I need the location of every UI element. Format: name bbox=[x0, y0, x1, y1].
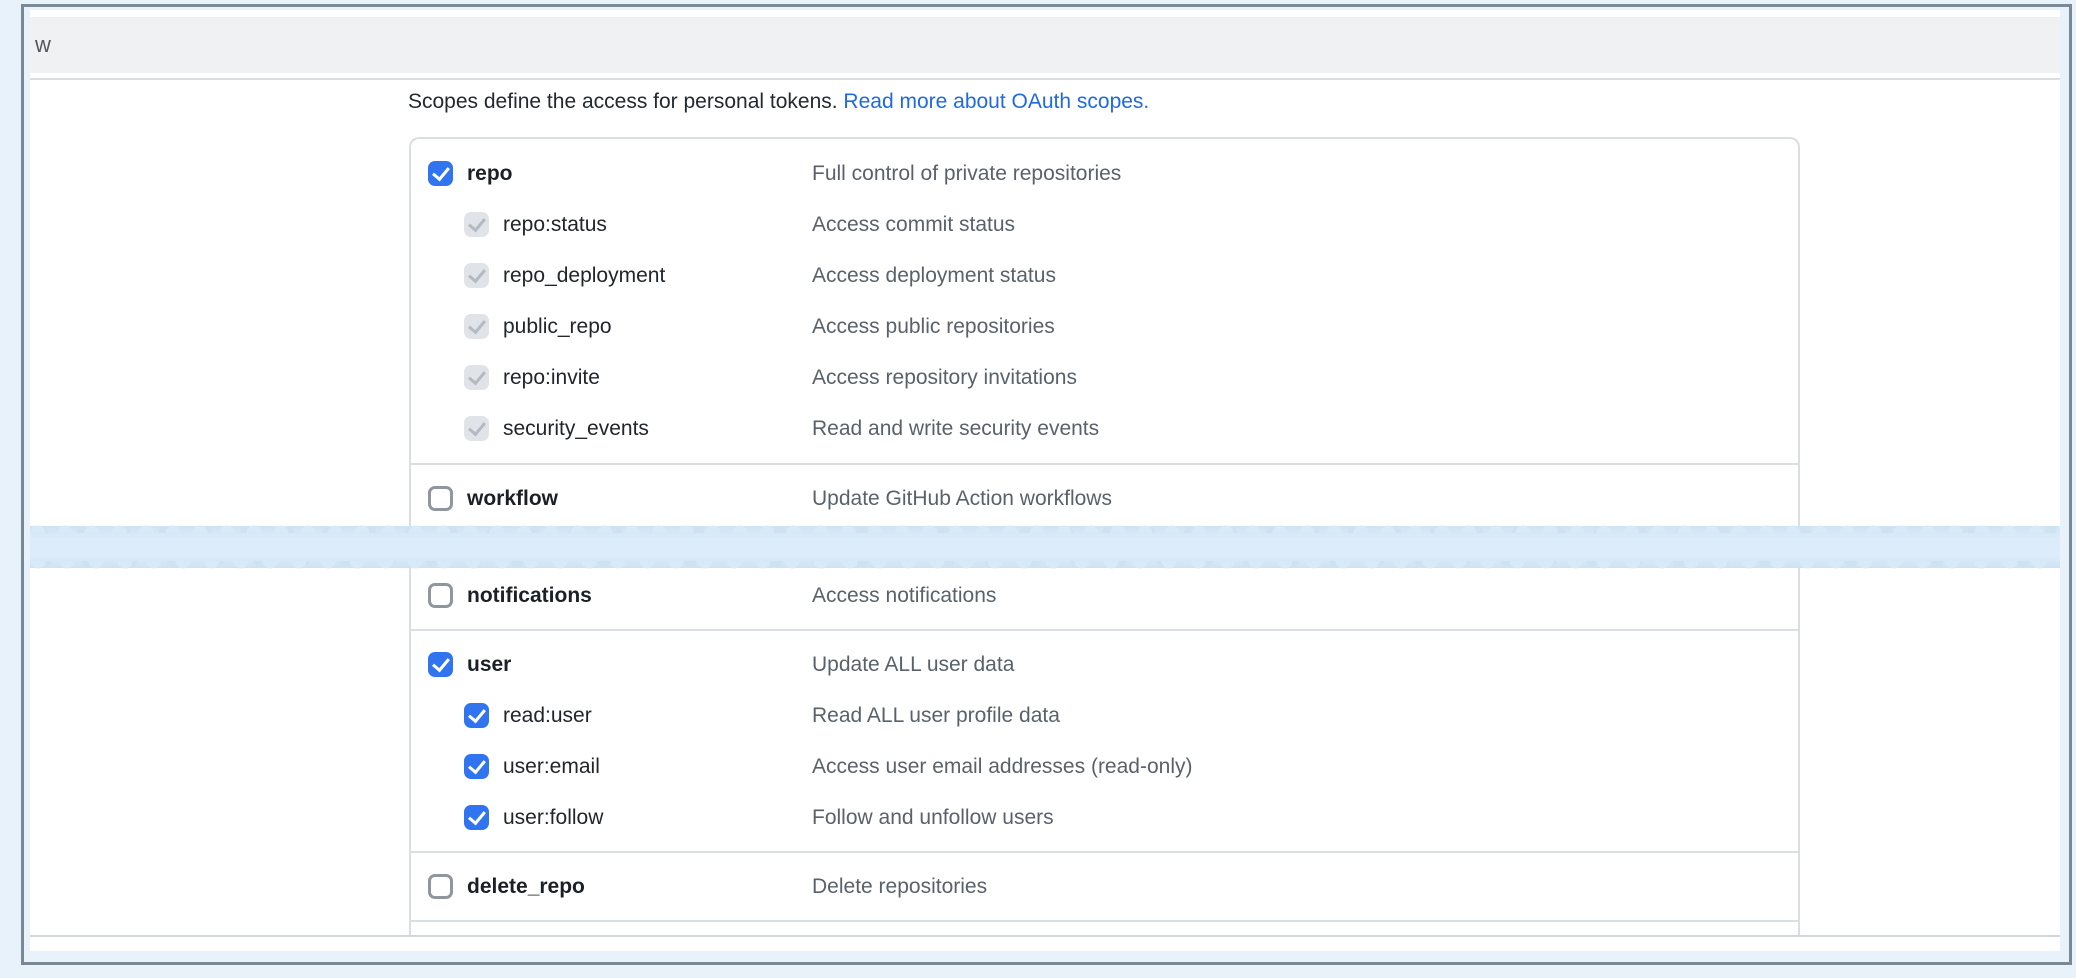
scope-description: Access commit status bbox=[812, 213, 1015, 237]
scope-label: security_events bbox=[503, 417, 649, 441]
checkbox-read-user[interactable] bbox=[464, 703, 489, 728]
torn-edge-decoration bbox=[30, 526, 2060, 568]
scope-row-workflow: workflow Update GitHub Action workflows bbox=[411, 473, 1798, 524]
scope-description: Access repository invitations bbox=[812, 366, 1077, 390]
checkbox-public-repo[interactable] bbox=[464, 314, 489, 339]
scope-label: public_repo bbox=[503, 315, 612, 339]
scope-label: user:follow bbox=[503, 806, 603, 830]
scope-row-repo: repo Full control of private repositorie… bbox=[411, 148, 1798, 199]
checkbox-user[interactable] bbox=[428, 652, 453, 677]
scope-label: read:user bbox=[503, 704, 592, 728]
header-bar[interactable]: w bbox=[30, 17, 2060, 73]
scope-row-delete-repo: delete_repo Delete repositories bbox=[411, 861, 1798, 912]
scope-row-repo-invite: repo:invite Access repository invitation… bbox=[411, 352, 1798, 403]
scope-label: repo:invite bbox=[503, 366, 600, 390]
header-bar-text: w bbox=[30, 17, 51, 73]
scope-label: delete_repo bbox=[467, 875, 585, 899]
scope-label: workflow bbox=[467, 487, 558, 511]
scope-description: Access deployment status bbox=[812, 264, 1056, 288]
checkbox-repo-deployment[interactable] bbox=[464, 263, 489, 288]
scope-label: user:email bbox=[503, 755, 600, 779]
scope-group-repo: repo Full control of private repositorie… bbox=[411, 139, 1798, 463]
intro-text: Scopes define the access for personal to… bbox=[408, 90, 843, 113]
scope-description: Update GitHub Action workflows bbox=[812, 487, 1112, 511]
scopes-intro: Scopes define the access for personal to… bbox=[408, 86, 1149, 118]
checkbox-workflow[interactable] bbox=[428, 486, 453, 511]
checkbox-repo-invite[interactable] bbox=[464, 365, 489, 390]
scope-description: Access user email addresses (read-only) bbox=[812, 755, 1192, 779]
scope-row-read-user: read:user Read ALL user profile data bbox=[411, 690, 1798, 741]
scope-group-user: user Update ALL user data read:user Read… bbox=[411, 629, 1798, 851]
scope-label: repo:status bbox=[503, 213, 607, 237]
screenshot-bottom-edge bbox=[30, 935, 2060, 937]
scope-description: Update ALL user data bbox=[812, 653, 1014, 677]
scope-row-security-events: security_events Read and write security … bbox=[411, 403, 1798, 454]
scope-row-user-email: user:email Access user email addresses (… bbox=[411, 741, 1798, 792]
next-group-divider bbox=[411, 920, 1798, 935]
scope-description: Delete repositories bbox=[812, 875, 987, 899]
scope-row-repo-status: repo:status Access commit status bbox=[411, 199, 1798, 250]
scope-description: Read and write security events bbox=[812, 417, 1099, 441]
scope-group-delete-repo: delete_repo Delete repositories bbox=[411, 851, 1798, 920]
scope-description: Full control of private repositories bbox=[812, 162, 1121, 186]
scope-row-user: user Update ALL user data bbox=[411, 639, 1798, 690]
scope-row-public-repo: public_repo Access public repositories bbox=[411, 301, 1798, 352]
scope-label: user bbox=[467, 653, 511, 677]
scope-row-repo-deployment: repo_deployment Access deployment status bbox=[411, 250, 1798, 301]
checkbox-user-email[interactable] bbox=[464, 754, 489, 779]
scope-label: repo_deployment bbox=[503, 264, 665, 288]
oauth-scopes-link[interactable]: Read more about OAuth scopes. bbox=[843, 90, 1149, 113]
checkbox-delete-repo[interactable] bbox=[428, 874, 453, 899]
scope-description: Access public repositories bbox=[812, 315, 1055, 339]
checkbox-repo-status[interactable] bbox=[464, 212, 489, 237]
scope-label: repo bbox=[467, 162, 513, 186]
checkbox-user-follow[interactable] bbox=[464, 805, 489, 830]
checkbox-security-events[interactable] bbox=[464, 416, 489, 441]
checkbox-notifications[interactable] bbox=[428, 583, 453, 608]
screenshot-frame: w Scopes define the access for personal … bbox=[21, 4, 2072, 965]
scope-description: Read ALL user profile data bbox=[812, 704, 1060, 728]
scope-row-notifications: notifications Access notifications bbox=[411, 570, 1798, 621]
page-screenshot: w Scopes define the access for personal … bbox=[30, 10, 2060, 951]
scope-description: Access notifications bbox=[812, 584, 996, 608]
scope-description: Follow and unfollow users bbox=[812, 806, 1054, 830]
scope-row-user-follow: user:follow Follow and unfollow users bbox=[411, 792, 1798, 843]
scope-label: notifications bbox=[467, 584, 592, 608]
checkbox-repo[interactable] bbox=[428, 161, 453, 186]
header-divider bbox=[30, 78, 2060, 80]
